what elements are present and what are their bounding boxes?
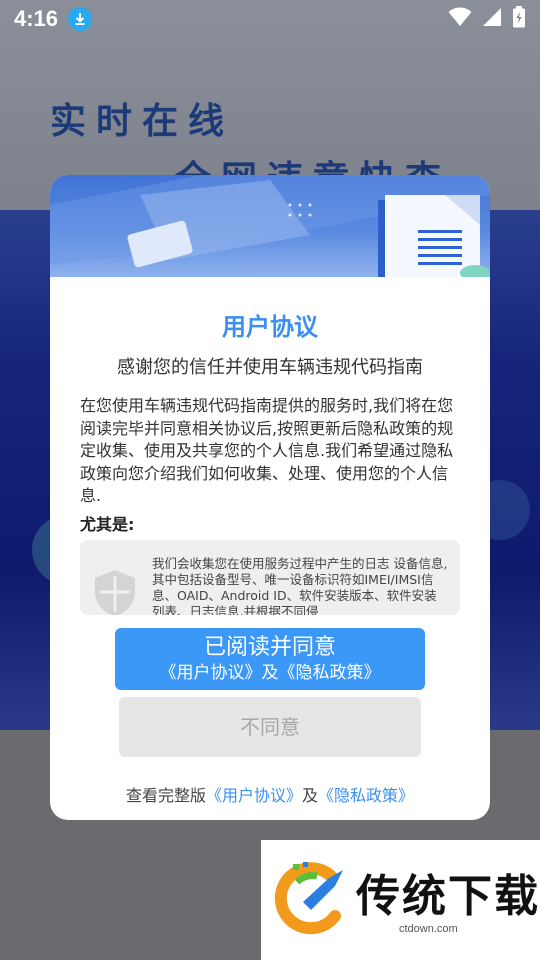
privacy-policy-link[interactable]: 《隐私政策》 <box>318 786 414 805</box>
agree-button-sublabel: 《用户协议》及《隐私政策》 <box>159 663 381 683</box>
watermark-name: 传统下载 <box>356 871 540 922</box>
status-time: 4:16 <box>14 6 59 31</box>
dialog-subtitle: 感谢您的信任并使用车辆违规代码指南 <box>117 357 423 378</box>
status-icons <box>448 6 526 32</box>
wifi-icon <box>448 7 472 31</box>
dialog-title: 用户协议 <box>222 313 318 341</box>
disagree-button[interactable]: 不同意 <box>119 697 421 757</box>
user-agreement-dialog: 用户协议 感谢您的信任并使用车辆违规代码指南 在您使用车辆违规代码指南提供的服务… <box>50 175 490 820</box>
status-bar: 4:16 <box>0 0 540 38</box>
emphasis-label: 尤其是: <box>80 515 135 534</box>
bg-headline: 实时在线 <box>50 101 235 142</box>
footer-prefix: 查看完整版 <box>125 786 206 805</box>
watermark-logo-icon <box>273 862 349 942</box>
footer-conjunction: 及 <box>302 786 319 805</box>
watermark: 传统下载 ctdown.com <box>261 840 540 960</box>
dialog-banner-illustration <box>50 175 490 277</box>
policy-excerpt-text: 我们会收集您在使用服务过程中产生的日志 设备信息,其中包括设备型号、唯一设备标识… <box>152 556 448 615</box>
footer-links: 查看完整版《用户协议》及《隐私政策》 <box>50 782 490 806</box>
policy-scroll-box[interactable]: 我们会收集您在使用服务过程中产生的日志 设备信息,其中包括设备型号、唯一设备标识… <box>80 540 460 615</box>
user-agreement-link[interactable]: 《用户协议》 <box>206 786 302 805</box>
signal-icon <box>482 7 502 31</box>
battery-icon <box>512 6 526 32</box>
download-icon <box>68 7 93 31</box>
shield-icon <box>92 568 138 615</box>
agreement-body-text: 在您使用车辆违规代码指南提供的服务时,我们将在您阅读完毕并同意相关协议后,按照更… <box>80 396 454 505</box>
agree-button-label: 已阅读并同意 <box>203 635 336 660</box>
watermark-url: ctdown.com <box>399 923 458 935</box>
agree-button[interactable]: 已阅读并同意 《用户协议》及《隐私政策》 <box>115 628 425 690</box>
